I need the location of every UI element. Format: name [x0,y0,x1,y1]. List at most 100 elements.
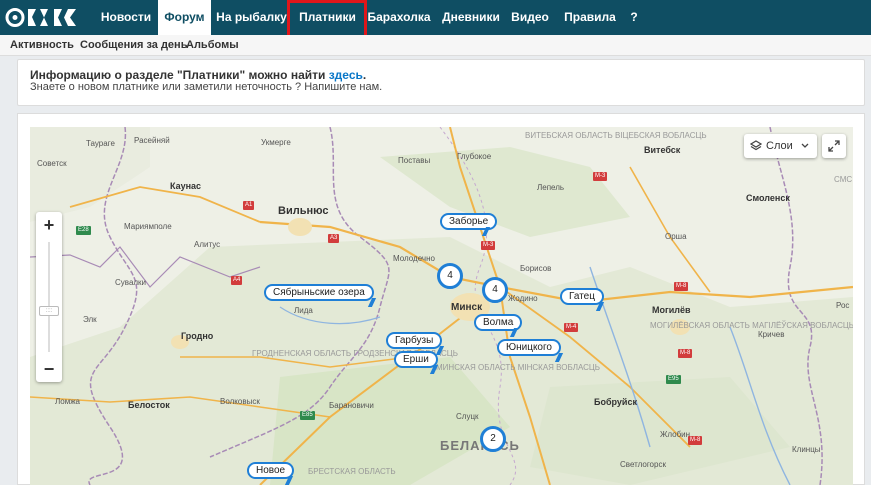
place-borisov: Борисов [520,264,552,273]
marker-label: Юницкого [506,342,552,353]
place-smolensk: Смоленск [746,193,790,203]
region-mogilev: МОГИЛЁВСКАЯ ОБЛАСТЬ МАГІЛЁЎСКАЯ ВОБЛАСЦЬ [650,321,853,330]
road-label: A4 [231,276,243,285]
nav-item-rules[interactable]: Правила [560,0,620,35]
road-label: M-3 [481,241,496,250]
info-link[interactable]: здесь [329,68,363,82]
map-canvas[interactable]: Таураге Расейняй Укмерге Поставы Глубоко… [30,127,853,485]
map-cluster[interactable]: 2 [480,426,506,452]
nav-item-diaries[interactable]: Дневники [440,0,502,35]
map-marker-gatets[interactable]: Гатец [560,288,605,311]
place-alytus: Алитус [194,240,221,249]
road-label: E95 [666,375,681,384]
place-krichev: Кричев [758,330,785,339]
marker-label: Заборье [449,216,489,227]
zoom-out-button[interactable]: − [36,356,62,382]
fullscreen-button[interactable] [822,134,846,158]
map-marker-garbuzy[interactable]: Гарбузы [386,332,445,355]
place-lida: Лида [294,306,313,315]
region-brest: БРЕСТСКАЯ ОБЛАСТЬ [308,467,396,476]
place-grodno: Гродно [181,331,214,341]
map-cluster[interactable]: 4 [437,263,463,289]
place-ukmerge: Укмерге [261,138,291,147]
place-zhlobin: Жлобин [660,430,691,439]
place-taurage: Таураге [86,139,115,148]
place-smo-cut: СМС [834,175,853,184]
map-marker-zabore[interactable]: Заборье [440,213,498,236]
place-klintsy: Клинцы [792,445,821,454]
place-kaunas: Каунас [170,181,202,191]
expand-icon [828,140,840,152]
place-molodechno: Молодечно [393,254,435,263]
road-label: E28 [76,226,91,235]
place-lomza: Ломжа [55,397,80,406]
place-ros: Рос [836,301,850,310]
place-orsha: Орша [665,232,687,241]
map-marker-volma[interactable]: Волма [474,314,523,337]
top-navbar: Новости Форум На рыбалку Платники Барахо… [0,0,871,35]
road-label: M-3 [593,172,608,181]
map-marker-novoe[interactable]: Новое [247,462,295,485]
sub-navbar: Активность Сообщения за день Альбомы [0,35,871,56]
map-terrain [30,127,853,485]
place-bobruisk: Бобруйск [594,397,637,407]
nav-item-fishing[interactable]: На рыбалку [213,0,290,35]
marker-label: Волма [483,317,514,328]
region-vitebsk: ВИТЕБСКАЯ ОБЛАСТЬ ВІЦЕБСКАЯ ВОБЛАСЦЬ [525,131,707,140]
place-lepel: Лепель [537,183,565,192]
road-label: M-4 [564,323,579,332]
zoom-in-button[interactable]: + [36,212,62,238]
nav-item-video[interactable]: Видео [507,0,553,35]
info-box: Информацию о разделе "Платники" можно на… [17,59,865,106]
place-glubokoe: Глубокое [457,152,492,161]
zoom-control: + :::: − [36,212,62,382]
road-label: M-8 [688,436,703,445]
zoom-slider-handle[interactable]: :::: [39,306,59,316]
place-bialystok: Белосток [128,400,170,410]
layers-icon [750,140,762,151]
place-marijampole: Мариямполе [124,222,172,231]
subnav-messages-today[interactable]: Сообщения за день [80,39,187,51]
place-suvalki: Сувалки [115,278,147,287]
place-volkovysk: Волковыск [220,397,260,406]
info-subtitle: Знаете о новом платнике или заметили нет… [30,81,383,93]
layers-button[interactable]: Слои [744,134,817,158]
place-elk: Элк [83,315,97,324]
map-marker-syabrynskie[interactable]: Сябрыньские озера [264,284,377,307]
region-minsk: МИНСКАЯ ОБЛАСТЬ МІНСКАЯ ВОБЛАСЦЬ [436,363,600,372]
nav-item-flea-market[interactable]: Барахолка [365,0,433,35]
subnav-activity[interactable]: Активность [10,39,74,51]
place-svetlogorsk: Светлогорск [620,460,666,469]
subnav-albums[interactable]: Альбомы [186,39,239,51]
road-label: M-8 [674,282,689,291]
map-cluster[interactable]: 4 [482,277,508,303]
marker-label: Новое [256,465,286,476]
nav-item-news[interactable]: Новости [96,0,156,35]
place-postavy: Поставы [398,156,431,165]
place-vitebsk: Витебск [644,145,681,155]
map-marker-yunitskogo[interactable]: Юницкого [497,339,564,362]
place-minsk: Минск [451,302,483,313]
road-label: E85 [300,411,315,420]
marker-label: Ерши [403,354,429,365]
place-slutsk: Слуцк [456,412,479,421]
info-title-text: Информацию о разделе "Платники" можно на… [30,68,326,82]
road-label: A1 [243,201,255,210]
info-title-period: . [362,68,367,82]
place-sovetsk: Советск [37,159,67,168]
layers-label: Слои [766,140,793,152]
marker-label: Гарбузы [395,335,434,346]
place-mogilev: Могилёв [652,305,691,315]
chevron-down-icon [801,143,809,148]
place-vilnius: Вильнюс [278,205,329,217]
marker-label: Сябрыньские озера [273,287,365,298]
nav-item-help[interactable]: ? [625,0,643,35]
place-baranovichi: Барановичи [329,401,374,410]
road-label: M-8 [678,349,693,358]
nav-item-forum[interactable]: Форум [158,0,211,35]
region-grodno: ГРОДНЕНСКАЯ ОБЛАСТЬ ГРОДЗЕНСКАЯ ВОБЛАСЦЬ [252,349,458,358]
map-marker-ershi[interactable]: Ерши [394,351,439,374]
site-logo[interactable] [4,5,90,30]
zoom-slider-track[interactable] [48,242,50,352]
marker-label: Гатец [569,291,595,302]
